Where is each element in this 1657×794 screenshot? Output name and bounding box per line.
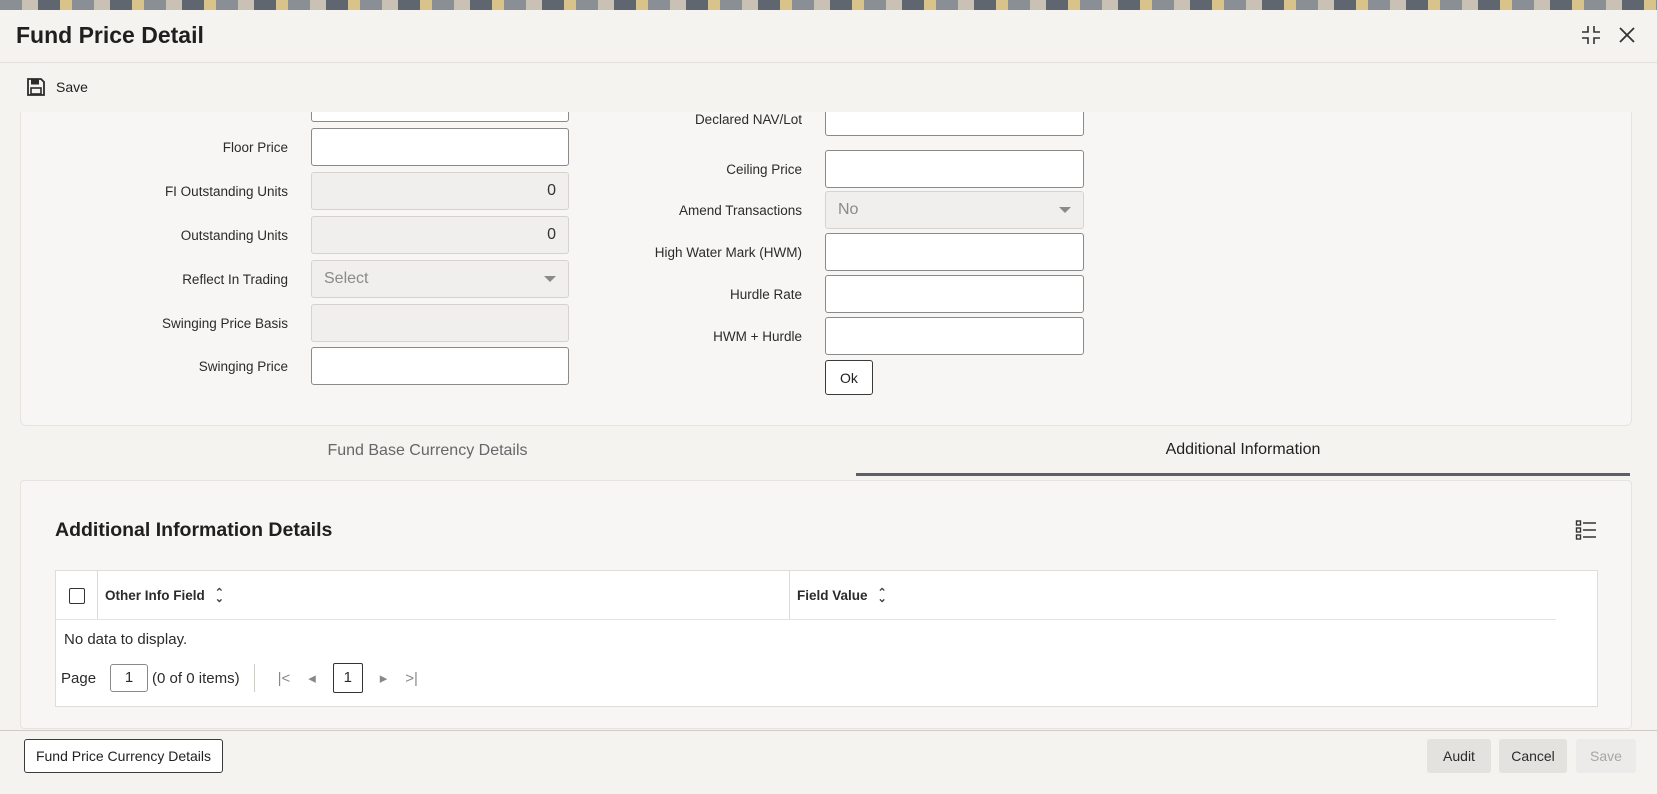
tab-bar: Fund Base Currency Details Additional In… xyxy=(20,427,1630,477)
price-form-panel: Floor Price FI Outstanding Units 0 Outst… xyxy=(20,112,1632,426)
fi-outstanding-units-field: 0 xyxy=(311,172,569,210)
floor-price-label: Floor Price xyxy=(222,140,288,155)
page-label: Page xyxy=(61,669,97,687)
next-page-icon[interactable]: ▸ xyxy=(380,669,388,687)
list-view-icon[interactable] xyxy=(1575,519,1597,541)
select-all-checkbox[interactable] xyxy=(69,588,85,604)
ceiling-price-label: Ceiling Price xyxy=(726,162,802,177)
column-header-other-info-field[interactable]: Other Info Field ⌃ ⌄ xyxy=(105,586,224,605)
page-number-input[interactable]: 1 xyxy=(110,664,149,692)
pagination: Page 1 (0 of 0 items) |< ◂ 1 ▸ >| xyxy=(61,662,427,694)
last-page-icon[interactable]: >| xyxy=(405,670,418,687)
first-page-icon[interactable]: |< xyxy=(278,670,291,687)
empty-table-message: No data to display. xyxy=(64,631,188,648)
fund-price-currency-details-button[interactable]: Fund Price Currency Details xyxy=(24,739,223,773)
current-page-button[interactable]: 1 xyxy=(332,663,363,693)
additional-information-section: Additional Information Details Other Inf… xyxy=(20,480,1632,729)
sort-icon: ⌃ ⌄ xyxy=(214,586,224,605)
fi-outstanding-units-label: FI Outstanding Units xyxy=(164,184,288,199)
column-divider xyxy=(789,571,790,619)
chevron-down-icon xyxy=(1059,207,1071,213)
close-icon[interactable] xyxy=(1614,22,1640,48)
tab-fund-base-currency-details[interactable]: Fund Base Currency Details xyxy=(20,427,835,475)
tab-additional-information[interactable]: Additional Information xyxy=(856,427,1630,476)
cancel-button[interactable]: Cancel xyxy=(1499,739,1567,773)
amend-transactions-label: Amend Transactions xyxy=(678,203,802,218)
outstanding-units-field: 0 xyxy=(311,216,569,254)
ok-button[interactable]: Ok xyxy=(825,360,873,395)
hurdle-rate-input[interactable] xyxy=(825,275,1084,313)
amend-transactions-select[interactable]: No xyxy=(825,191,1084,229)
hwm-hurdle-label: HWM + Hurdle xyxy=(713,329,802,344)
swinging-price-input[interactable] xyxy=(311,347,569,385)
column-header-field-value[interactable]: Field Value ⌃ ⌄ xyxy=(797,586,887,605)
toolbar-save-label: Save xyxy=(56,79,88,95)
swinging-price-basis-field xyxy=(311,304,569,342)
fund-price-detail-window: Fund Price Detail Save Floor Price FI Ou… xyxy=(0,10,1657,794)
save-icon xyxy=(27,78,45,96)
table-header: Other Info Field ⌃ ⌄ Field Value ⌃ ⌄ xyxy=(56,571,1556,620)
background-strip xyxy=(0,0,1657,10)
sort-icon: ⌃ ⌄ xyxy=(877,586,887,605)
items-count: (0 of 0 items) xyxy=(152,669,240,687)
page-title: Fund Price Detail xyxy=(16,22,204,48)
toolbar: Save xyxy=(0,62,1657,113)
outstanding-units-label: Outstanding Units xyxy=(180,228,288,243)
declared-nav-lot-input[interactable] xyxy=(825,112,1084,136)
high-water-mark-input[interactable] xyxy=(825,233,1084,271)
swinging-price-basis-label: Swinging Price Basis xyxy=(161,316,288,331)
additional-info-table: Other Info Field ⌃ ⌄ Field Value ⌃ ⌄ No da… xyxy=(55,570,1598,707)
floor-price-input[interactable] xyxy=(311,128,569,166)
toolbar-save-button[interactable]: Save xyxy=(26,77,88,97)
high-water-mark-label: High Water Mark (HWM) xyxy=(654,245,802,260)
save-button[interactable]: Save xyxy=(1576,739,1636,773)
chevron-down-icon xyxy=(544,276,556,282)
audit-button[interactable]: Audit xyxy=(1427,739,1491,773)
declared-nav-lot-label: Declared NAV/Lot xyxy=(694,112,802,127)
ceiling-price-input[interactable] xyxy=(825,150,1084,188)
column-divider xyxy=(97,571,98,619)
reflect-in-trading-select[interactable]: Select xyxy=(311,260,569,298)
section-title: Additional Information Details xyxy=(55,519,333,541)
swinging-price-label: Swinging Price xyxy=(198,359,288,374)
title-bar: Fund Price Detail xyxy=(0,10,1657,62)
previous-page-icon[interactable]: ◂ xyxy=(308,669,316,687)
pager-divider xyxy=(253,664,255,692)
hurdle-rate-label: Hurdle Rate xyxy=(729,287,802,302)
reflect-in-trading-label: Reflect In Trading xyxy=(182,272,288,287)
scrolled-field-left[interactable] xyxy=(311,112,569,122)
hwm-hurdle-input[interactable] xyxy=(825,317,1084,355)
footer-bar: Fund Price Currency Details Audit Cancel… xyxy=(0,730,1657,794)
collapse-icon[interactable] xyxy=(1578,22,1604,48)
